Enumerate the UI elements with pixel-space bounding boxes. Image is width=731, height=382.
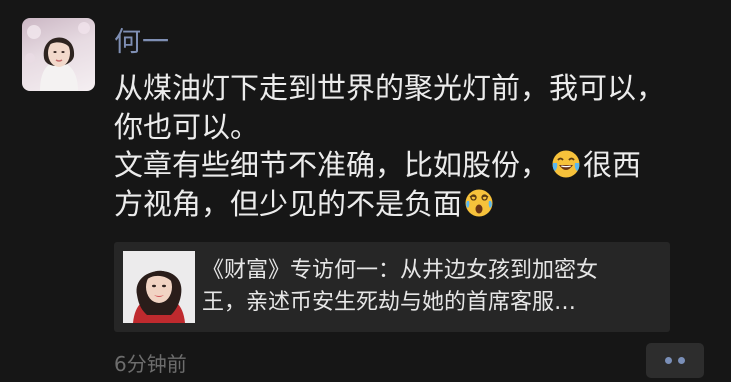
author-avatar[interactable] xyxy=(22,18,95,91)
article-title-line: 王，亲述币安生死劫与她的首席客服… xyxy=(202,290,577,315)
content-text: 很西 xyxy=(583,148,642,182)
content-text: 文章有些细节不准确，比如股份， xyxy=(114,148,550,182)
article-thumbnail xyxy=(123,251,195,323)
content-line: 从煤油灯下走到世界的聚光灯前，我可以， xyxy=(114,71,666,105)
author-name[interactable]: 何一 xyxy=(114,20,170,59)
article-title: 《财富》专访何一：从井边女孩到加密女 王，亲述币安生死劫与她的首席客服… xyxy=(202,255,662,319)
face-with-tears-of-joy-icon xyxy=(551,149,581,179)
article-title-line: 《财富》专访何一：从井边女孩到加密女 xyxy=(202,258,599,283)
shared-article-card[interactable]: 《财富》专访何一：从井边女孩到加密女 王，亲述币安生死劫与她的首席客服… xyxy=(114,242,670,332)
content-line: 方视角，但少见的不是负面 xyxy=(114,185,714,224)
content-line: 你也可以。 xyxy=(114,109,260,144)
portrait-photo-icon xyxy=(123,251,195,323)
content-line: 文章有些细节不准确，比如股份， 很西 xyxy=(114,146,714,185)
more-dots-icon xyxy=(678,357,685,364)
moment-post: 何一 从煤油灯下走到世界的聚光灯前，我可以， 你也可以。 文章有些细节不准确，比… xyxy=(0,0,731,382)
post-timestamp: 6分钟前 xyxy=(114,352,187,376)
post-content: 从煤油灯下走到世界的聚光灯前，我可以， 你也可以。 文章有些细节不准确，比如股份… xyxy=(114,69,714,223)
content-text: 方视角，但少见的不是负面 xyxy=(114,186,463,221)
more-actions-button[interactable] xyxy=(646,343,704,378)
more-dots-icon xyxy=(665,357,672,364)
dizzy-face-icon xyxy=(464,188,494,218)
avatar-photo-icon xyxy=(25,22,90,91)
